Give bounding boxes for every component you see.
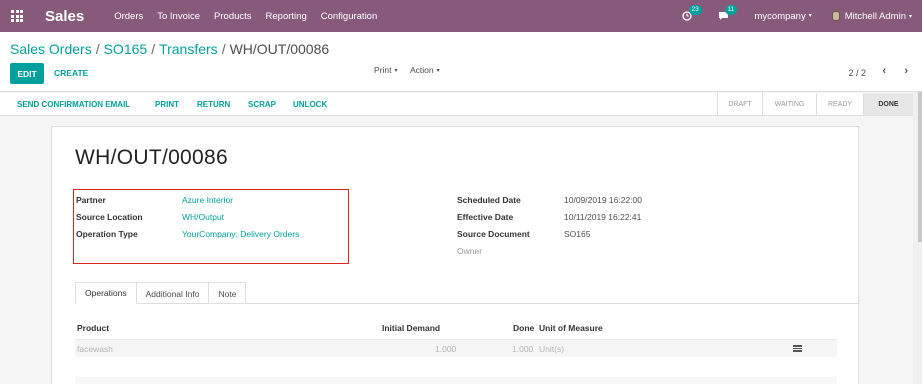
company-name: mycompany [754, 10, 806, 22]
stage-waiting[interactable]: WAITING [762, 93, 816, 115]
source-document-label: Source Document [457, 229, 530, 239]
scheduled-date-value: 10/09/2019 16:22:00 [564, 195, 642, 205]
operation-type-value[interactable]: YourCompany: Delivery Orders [182, 229, 299, 239]
print-dropdown[interactable]: Print ▾ [374, 65, 398, 75]
list-icon[interactable] [793, 345, 802, 352]
column-header-done[interactable]: Done [513, 323, 534, 333]
menu-item-configuration[interactable]: Configuration [321, 11, 378, 22]
notebook-tabs: Operations Additional Info Note [75, 282, 247, 304]
breadcrumb-separator: / [95, 41, 100, 57]
systray: 23 11 mycompany ▾ Mitchell Admin ▾ [681, 0, 922, 32]
stage-ready[interactable]: READY [816, 93, 863, 115]
source-document-value: SO165 [564, 229, 591, 239]
tab-divider [75, 303, 860, 304]
scrollbar-thumb[interactable] [918, 92, 922, 242]
cell-product: facewash [77, 344, 113, 354]
caret-down-icon: ▾ [808, 13, 812, 20]
action-label: Action [410, 65, 434, 75]
tab-operations[interactable]: Operations [75, 282, 137, 304]
menu-item-reporting[interactable]: Reporting [266, 11, 307, 22]
column-header-initial-demand[interactable]: Initial Demand [382, 323, 440, 333]
stage-pipeline: DRAFT WAITING READY DONE [717, 93, 913, 115]
unlock-button[interactable]: UNLOCK [293, 100, 327, 109]
source-location-label: Source Location [76, 212, 143, 222]
cell-unit-of-measure: Unit(s) [539, 344, 565, 354]
owner-label: Owner [457, 246, 483, 256]
menu-item-products[interactable]: Products [214, 11, 252, 22]
breadcrumb-separator: / [151, 41, 156, 57]
partner-value[interactable]: Azure Interior [182, 195, 233, 205]
scheduled-date-label: Scheduled Date [457, 195, 521, 205]
edit-button[interactable]: EDIT [10, 63, 44, 84]
tab-note[interactable]: Note [208, 282, 247, 304]
breadcrumb-current: WH/OUT/00086 [229, 41, 330, 57]
print-button[interactable]: PRINT [155, 100, 179, 109]
activity-count-badge: 23 [688, 5, 702, 15]
user-menu[interactable]: Mitchell Admin ▾ [831, 10, 912, 22]
partner-label: Partner [76, 195, 106, 205]
send-confirmation-email-button[interactable]: SEND CONFIRMATION EMAIL [17, 100, 130, 109]
menu-item-orders[interactable]: Orders [114, 11, 143, 22]
tab-additional-info[interactable]: Additional Info [135, 282, 210, 304]
top-navbar: Sales Orders To Invoice Products Reporti… [0, 0, 922, 32]
breadcrumb: Sales Orders / SO165/Transfers / WH/OUT/0008… [10, 41, 329, 57]
operation-type-label: Operation Type [76, 229, 138, 239]
effective-date-value: 10/11/2019 16:22:41 [564, 212, 642, 222]
stage-draft[interactable]: DRAFT [717, 93, 762, 115]
source-location-value[interactable]: WH/Output [182, 212, 224, 222]
column-header-unit-of-measure[interactable]: Unit of Measure [539, 323, 603, 333]
breadcrumb-transfers[interactable]: Transfers [159, 41, 218, 57]
avatar [831, 11, 840, 21]
apps-grid-icon[interactable] [11, 10, 23, 22]
cell-initial-demand: 1.000 [435, 344, 457, 354]
pager-previous-button[interactable]: ‹ [882, 65, 886, 77]
app-name: Sales [45, 7, 85, 25]
cell-done: 1.000 [512, 344, 534, 354]
create-button[interactable]: CREATE [54, 68, 88, 78]
effective-date-label: Effective Date [457, 212, 514, 222]
form-statusbar: SEND CONFIRMATION EMAIL PRINT RETURN SCR… [0, 93, 913, 116]
scrap-button[interactable]: SCRAP [248, 100, 276, 109]
breadcrumb-separator: / [221, 41, 226, 57]
pager-value[interactable]: 2 / 2 [848, 68, 866, 78]
company-switcher[interactable]: mycompany ▾ [755, 11, 812, 22]
caret-down-icon: ▾ [394, 68, 398, 75]
return-button[interactable]: RETURN [197, 100, 230, 109]
action-dropdown[interactable]: Action ▾ [410, 65, 440, 75]
breadcrumb-so165[interactable]: SO165 [104, 41, 148, 57]
control-panel: Sales Orders / SO165/Transfers / WH/OUT/0008… [0, 32, 922, 92]
main-menu: Orders To Invoice Products Reporting Con… [114, 11, 391, 22]
message-count-badge: 11 [724, 5, 738, 15]
form-sheet: WH/OUT/00086 Partner Azure Interior Sour… [51, 126, 860, 384]
table-footer [75, 377, 837, 384]
breadcrumb-sales-orders[interactable]: Sales Orders [10, 41, 92, 57]
pager-next-button[interactable]: › [904, 65, 908, 77]
caret-down-icon: ▾ [908, 13, 912, 20]
user-name: Mitchell Admin [844, 10, 906, 22]
activity-button[interactable]: 23 [681, 5, 702, 21]
stage-done: DONE [863, 93, 913, 115]
record-title: WH/OUT/00086 [75, 146, 228, 169]
messages-button[interactable]: 11 [718, 5, 738, 21]
menu-item-to-invoice[interactable]: To Invoice [157, 11, 200, 22]
caret-down-icon: ▾ [436, 68, 440, 75]
print-label: Print [374, 65, 392, 75]
column-header-product[interactable]: Product [77, 323, 109, 333]
